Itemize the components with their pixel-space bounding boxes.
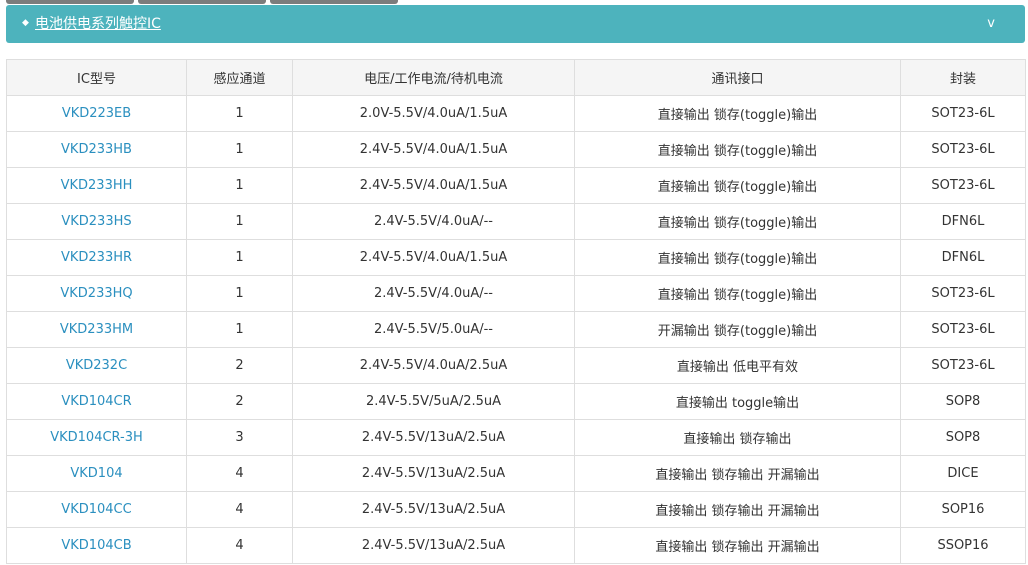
cell-interface: 开漏输出 锁存(toggle)输出	[574, 311, 901, 348]
cell-voltage-current: 2.0V-5.5V/4.0uA/1.5uA	[292, 95, 575, 132]
table-row: VKD223EB 1 2.0V-5.5V/4.0uA/1.5uA 直接输出 锁存(to…	[6, 95, 1026, 132]
cell-package: SOT23-6L	[900, 131, 1026, 168]
cell-model[interactable]: VKD233HQ	[6, 275, 187, 312]
cell-package: SSOP16	[900, 527, 1026, 564]
accordion-title-link[interactable]: 电池供电系列触控IC	[35, 15, 161, 33]
table-row: VKD233HM 1 2.4V-5.5V/5.0uA/-- 开漏输出 锁存(toggl…	[6, 311, 1026, 348]
cell-model[interactable]: VKD233HR	[6, 239, 187, 276]
cell-model[interactable]: VKD223EB	[6, 95, 187, 132]
cell-package: SOP8	[900, 419, 1026, 456]
cell-package: SOT23-6L	[900, 347, 1026, 384]
top-tab-3[interactable]	[270, 0, 398, 4]
top-tab-strip	[6, 0, 398, 4]
cell-interface: 直接输出 锁存(toggle)输出	[574, 95, 901, 132]
cell-channels: 4	[186, 455, 293, 492]
cell-model[interactable]: VKD104CB	[6, 527, 187, 564]
cell-voltage-current: 2.4V-5.5V/5.0uA/--	[292, 311, 575, 348]
cell-model[interactable]: VKD104CC	[6, 491, 187, 528]
top-tab-1[interactable]	[6, 0, 134, 4]
cell-voltage-current: 2.4V-5.5V/4.0uA/1.5uA	[292, 131, 575, 168]
cell-model[interactable]: VKD233HB	[6, 131, 187, 168]
cell-package: SOP8	[900, 383, 1026, 420]
cell-channels: 1	[186, 167, 293, 204]
cell-channels: 1	[186, 239, 293, 276]
cell-package: SOT23-6L	[900, 95, 1026, 132]
table-header-row: IC型号 感应通道 电压/工作电流/待机电流 通讯接口 封装	[6, 59, 1026, 96]
table-row: VKD104CC 4 2.4V-5.5V/13uA/2.5uA 直接输出 锁存输出 开…	[6, 491, 1026, 528]
cell-interface: 直接输出 锁存(toggle)输出	[574, 167, 901, 204]
ic-table: IC型号 感应通道 电压/工作电流/待机电流 通讯接口 封装 VKD223EB 1…	[6, 59, 1026, 564]
cell-interface: 直接输出 低电平有效	[574, 347, 901, 384]
cell-model[interactable]: VKD233HH	[6, 167, 187, 204]
cell-voltage-current: 2.4V-5.5V/13uA/2.5uA	[292, 419, 575, 456]
cell-channels: 1	[186, 95, 293, 132]
cell-interface: 直接输出 锁存输出 开漏输出	[574, 527, 901, 564]
top-tab-2[interactable]	[138, 0, 266, 4]
table-row: VKD233HQ 1 2.4V-5.5V/4.0uA/-- 直接输出 锁存(toggl…	[6, 275, 1026, 312]
cell-channels: 1	[186, 311, 293, 348]
cell-package: SOT23-6L	[900, 275, 1026, 312]
column-header-channels: 感应通道	[186, 59, 293, 96]
column-header-package: 封装	[900, 59, 1026, 96]
cell-interface: 直接输出 锁存输出 开漏输出	[574, 455, 901, 492]
table-row: VKD104CB 4 2.4V-5.5V/13uA/2.5uA 直接输出 锁存输出 开…	[6, 527, 1026, 564]
chevron-down-icon[interactable]: v	[987, 16, 995, 32]
cell-channels: 1	[186, 131, 293, 168]
column-header-voltage-current: 电压/工作电流/待机电流	[292, 59, 575, 96]
diamond-bullet-icon: ◆	[22, 18, 29, 28]
cell-model[interactable]: VKD233HS	[6, 203, 187, 240]
cell-channels: 4	[186, 527, 293, 564]
cell-voltage-current: 2.4V-5.5V/4.0uA/--	[292, 203, 575, 240]
cell-model[interactable]: VKD104CR	[6, 383, 187, 420]
table-row: VKD104 4 2.4V-5.5V/13uA/2.5uA 直接输出 锁存输出 开漏输…	[6, 455, 1026, 492]
cell-package: SOT23-6L	[900, 167, 1026, 204]
table-row: VKD104CR 2 2.4V-5.5V/5uA/2.5uA 直接输出 toggle输…	[6, 383, 1026, 420]
cell-voltage-current: 2.4V-5.5V/4.0uA/2.5uA	[292, 347, 575, 384]
cell-channels: 4	[186, 491, 293, 528]
cell-voltage-current: 2.4V-5.5V/13uA/2.5uA	[292, 527, 575, 564]
cell-voltage-current: 2.4V-5.5V/13uA/2.5uA	[292, 491, 575, 528]
cell-model[interactable]: VKD104CR-3H	[6, 419, 187, 456]
cell-voltage-current: 2.4V-5.5V/4.0uA/--	[292, 275, 575, 312]
column-header-interface: 通讯接口	[574, 59, 901, 96]
table-body: VKD223EB 1 2.0V-5.5V/4.0uA/1.5uA 直接输出 锁存(to…	[6, 95, 1026, 564]
table-row: VKD233HR 1 2.4V-5.5V/4.0uA/1.5uA 直接输出 锁存(to…	[6, 239, 1026, 276]
column-header-model: IC型号	[6, 59, 187, 96]
cell-channels: 2	[186, 347, 293, 384]
cell-voltage-current: 2.4V-5.5V/13uA/2.5uA	[292, 455, 575, 492]
cell-channels: 3	[186, 419, 293, 456]
table-row: VKD232C 2 2.4V-5.5V/4.0uA/2.5uA 直接输出 低电平有效 S…	[6, 347, 1026, 384]
table-row: VKD233HB 1 2.4V-5.5V/4.0uA/1.5uA 直接输出 锁存(to…	[6, 131, 1026, 168]
cell-voltage-current: 2.4V-5.5V/5uA/2.5uA	[292, 383, 575, 420]
cell-channels: 2	[186, 383, 293, 420]
cell-interface: 直接输出 锁存(toggle)输出	[574, 239, 901, 276]
cell-interface: 直接输出 锁存(toggle)输出	[574, 131, 901, 168]
cell-package: DFN6L	[900, 203, 1026, 240]
cell-interface: 直接输出 锁存输出	[574, 419, 901, 456]
cell-package: SOT23-6L	[900, 311, 1026, 348]
cell-channels: 1	[186, 203, 293, 240]
cell-interface: 直接输出 锁存输出 开漏输出	[574, 491, 901, 528]
cell-channels: 1	[186, 275, 293, 312]
table-row: VKD233HH 1 2.4V-5.5V/4.0uA/1.5uA 直接输出 锁存(to…	[6, 167, 1026, 204]
cell-interface: 直接输出 锁存(toggle)输出	[574, 203, 901, 240]
cell-model[interactable]: VKD233HM	[6, 311, 187, 348]
cell-package: DICE	[900, 455, 1026, 492]
accordion-header[interactable]: ◆ 电池供电系列触控IC v	[6, 5, 1025, 43]
cell-voltage-current: 2.4V-5.5V/4.0uA/1.5uA	[292, 239, 575, 276]
cell-interface: 直接输出 锁存(toggle)输出	[574, 275, 901, 312]
table-row: VKD233HS 1 2.4V-5.5V/4.0uA/-- 直接输出 锁存(toggl…	[6, 203, 1026, 240]
cell-package: SOP16	[900, 491, 1026, 528]
table-row: VKD104CR-3H 3 2.4V-5.5V/13uA/2.5uA 直接输出 锁存输…	[6, 419, 1026, 456]
cell-voltage-current: 2.4V-5.5V/4.0uA/1.5uA	[292, 167, 575, 204]
cell-package: DFN6L	[900, 239, 1026, 276]
cell-interface: 直接输出 toggle输出	[574, 383, 901, 420]
cell-model[interactable]: VKD104	[6, 455, 187, 492]
cell-model[interactable]: VKD232C	[6, 347, 187, 384]
